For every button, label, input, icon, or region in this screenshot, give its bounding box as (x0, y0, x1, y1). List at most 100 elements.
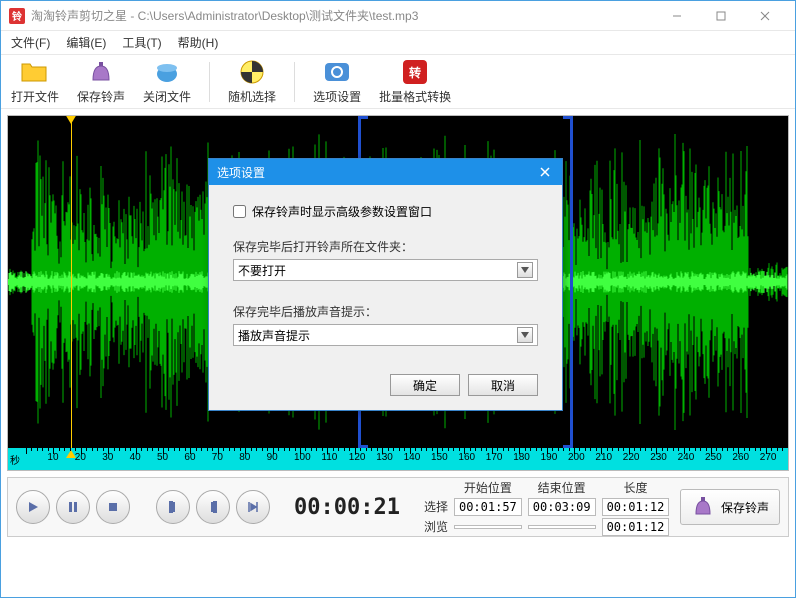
options-dialog: 选项设置 保存铃声时显示高级参数设置窗口 保存完毕后打开铃声所在文件夹： 不要打… (208, 158, 563, 411)
play-button[interactable] (16, 490, 50, 524)
play-sound-value: 播放声音提示 (238, 327, 310, 344)
ruler-tick-label: 80 (239, 452, 250, 463)
transport-bar: 00:00:21 开始位置 结束位置 长度 选择 00:01:57 00:03:… (7, 477, 789, 537)
dialog-close-button[interactable] (536, 163, 554, 181)
menu-help[interactable]: 帮助(H) (172, 32, 225, 53)
ruler-tick-label: 210 (595, 452, 612, 463)
ruler-tick-label: 270 (760, 452, 777, 463)
random-icon (236, 58, 268, 86)
col-length: 长度 (602, 479, 670, 496)
play-selection-button[interactable] (236, 490, 270, 524)
playhead-line (71, 116, 72, 448)
close-file-button[interactable]: 关闭文件 (143, 58, 191, 105)
open-folder-select[interactable]: 不要打开 (233, 259, 538, 281)
sel-end-value: 00:03:09 (528, 498, 596, 516)
divider (294, 62, 295, 102)
time-ruler[interactable]: 秒 10203040506070809010011012013014015016… (8, 448, 788, 470)
svg-text:转: 转 (409, 65, 421, 80)
view-len-value: 00:01:12 (602, 518, 670, 536)
row-selection: 选择 (424, 498, 448, 515)
stop-button[interactable] (96, 490, 130, 524)
minimize-button[interactable] (655, 2, 699, 30)
ruler-tick-label: 140 (404, 452, 421, 463)
ruler-tick-label: 120 (349, 452, 366, 463)
close-file-label: 关闭文件 (143, 88, 191, 105)
save-ringtone-label: 保存铃声 (77, 88, 125, 105)
open-file-label: 打开文件 (11, 88, 59, 105)
view-end-value (528, 525, 596, 529)
ruler-tick-label: 70 (212, 452, 223, 463)
pause-button[interactable] (56, 490, 90, 524)
ruler-tick-label: 30 (102, 452, 113, 463)
position-grid: 开始位置 结束位置 长度 选择 00:01:57 00:03:09 00:01:… (424, 479, 669, 536)
divider (209, 62, 210, 102)
dialog-titlebar[interactable]: 选项设置 (209, 159, 562, 185)
time-display: 00:00:21 (294, 495, 400, 520)
ruler-tick-label: 10 (47, 452, 58, 463)
chevron-down-icon (517, 327, 533, 343)
random-select-button[interactable]: 随机选择 (228, 58, 276, 105)
maximize-button[interactable] (699, 2, 743, 30)
folder-icon (19, 58, 51, 86)
playhead-marker[interactable] (65, 116, 77, 124)
titlebar: 铃 淘淘铃声剪切之星 - C:\Users\Administrator\Desk… (1, 1, 795, 31)
advanced-params-input[interactable] (233, 205, 246, 218)
mark-end-button[interactable] (196, 490, 230, 524)
chevron-down-icon (517, 262, 533, 278)
gear-icon (321, 58, 353, 86)
menu-file[interactable]: 文件(F) (5, 32, 56, 53)
ruler-tick-label: 20 (75, 452, 86, 463)
ruler-tick-label: 160 (458, 452, 475, 463)
mark-start-button[interactable] (156, 490, 190, 524)
ruler-tick-label: 190 (541, 452, 558, 463)
col-start: 开始位置 (454, 479, 522, 496)
ringtone-icon (691, 496, 715, 518)
batch-convert-label: 批量格式转换 (379, 88, 451, 105)
ruler-tick-label: 150 (431, 452, 448, 463)
col-end: 结束位置 (528, 479, 596, 496)
toolbar: 打开文件 保存铃声 关闭文件 随机选择 选项设置 转 批量格式转换 (1, 55, 795, 109)
ok-button[interactable]: 确定 (390, 374, 460, 396)
ruler-tick-label: 220 (623, 452, 640, 463)
play-sound-label: 保存完毕后播放声音提示： (233, 303, 538, 320)
open-folder-label: 保存完毕后打开铃声所在文件夹： (233, 238, 538, 255)
menu-tools[interactable]: 工具(T) (116, 32, 167, 53)
ruler-tick-label: 230 (650, 452, 667, 463)
convert-icon: 转 (399, 58, 431, 86)
ruler-tick-label: 240 (678, 452, 695, 463)
row-view: 浏览 (424, 518, 448, 535)
ruler-tick-label: 90 (267, 452, 278, 463)
ruler-tick-label: 100 (294, 452, 311, 463)
selection-end-handle[interactable] (563, 116, 573, 448)
menubar: 文件(F) 编辑(E) 工具(T) 帮助(H) (1, 31, 795, 55)
ruler-tick-label: 250 (705, 452, 722, 463)
app-icon: 铃 (9, 8, 25, 24)
view-start-value (454, 525, 522, 529)
ruler-unit: 秒 (10, 452, 20, 467)
cancel-button[interactable]: 取消 (468, 374, 538, 396)
ruler-tick-label: 60 (184, 452, 195, 463)
save-ringtone-button[interactable]: 保存铃声 (77, 58, 125, 105)
close-button[interactable] (743, 2, 787, 30)
save-ringtone-main-button[interactable]: 保存铃声 (680, 489, 780, 525)
ringtone-icon (85, 58, 117, 86)
menu-edit[interactable]: 编辑(E) (60, 32, 112, 53)
save-ringtone-main-label: 保存铃声 (721, 499, 769, 516)
advanced-params-checkbox[interactable]: 保存铃声时显示高级参数设置窗口 (233, 203, 538, 220)
batch-convert-button[interactable]: 转 批量格式转换 (379, 58, 451, 105)
window-title: 淘淘铃声剪切之星 - C:\Users\Administrator\Deskto… (31, 7, 655, 24)
ruler-tick-label: 130 (376, 452, 393, 463)
open-folder-value: 不要打开 (238, 262, 286, 279)
ruler-tick-label: 200 (568, 452, 585, 463)
options-button[interactable]: 选项设置 (313, 58, 361, 105)
dialog-title: 选项设置 (217, 164, 265, 181)
ruler-tick-label: 260 (732, 452, 749, 463)
ruler-tick-label: 180 (513, 452, 530, 463)
sel-start-value: 00:01:57 (454, 498, 522, 516)
ruler-tick-label: 40 (130, 452, 141, 463)
close-file-icon (151, 58, 183, 86)
ruler-tick-label: 50 (157, 452, 168, 463)
ruler-tick-label: 170 (486, 452, 503, 463)
play-sound-select[interactable]: 播放声音提示 (233, 324, 538, 346)
open-file-button[interactable]: 打开文件 (11, 58, 59, 105)
